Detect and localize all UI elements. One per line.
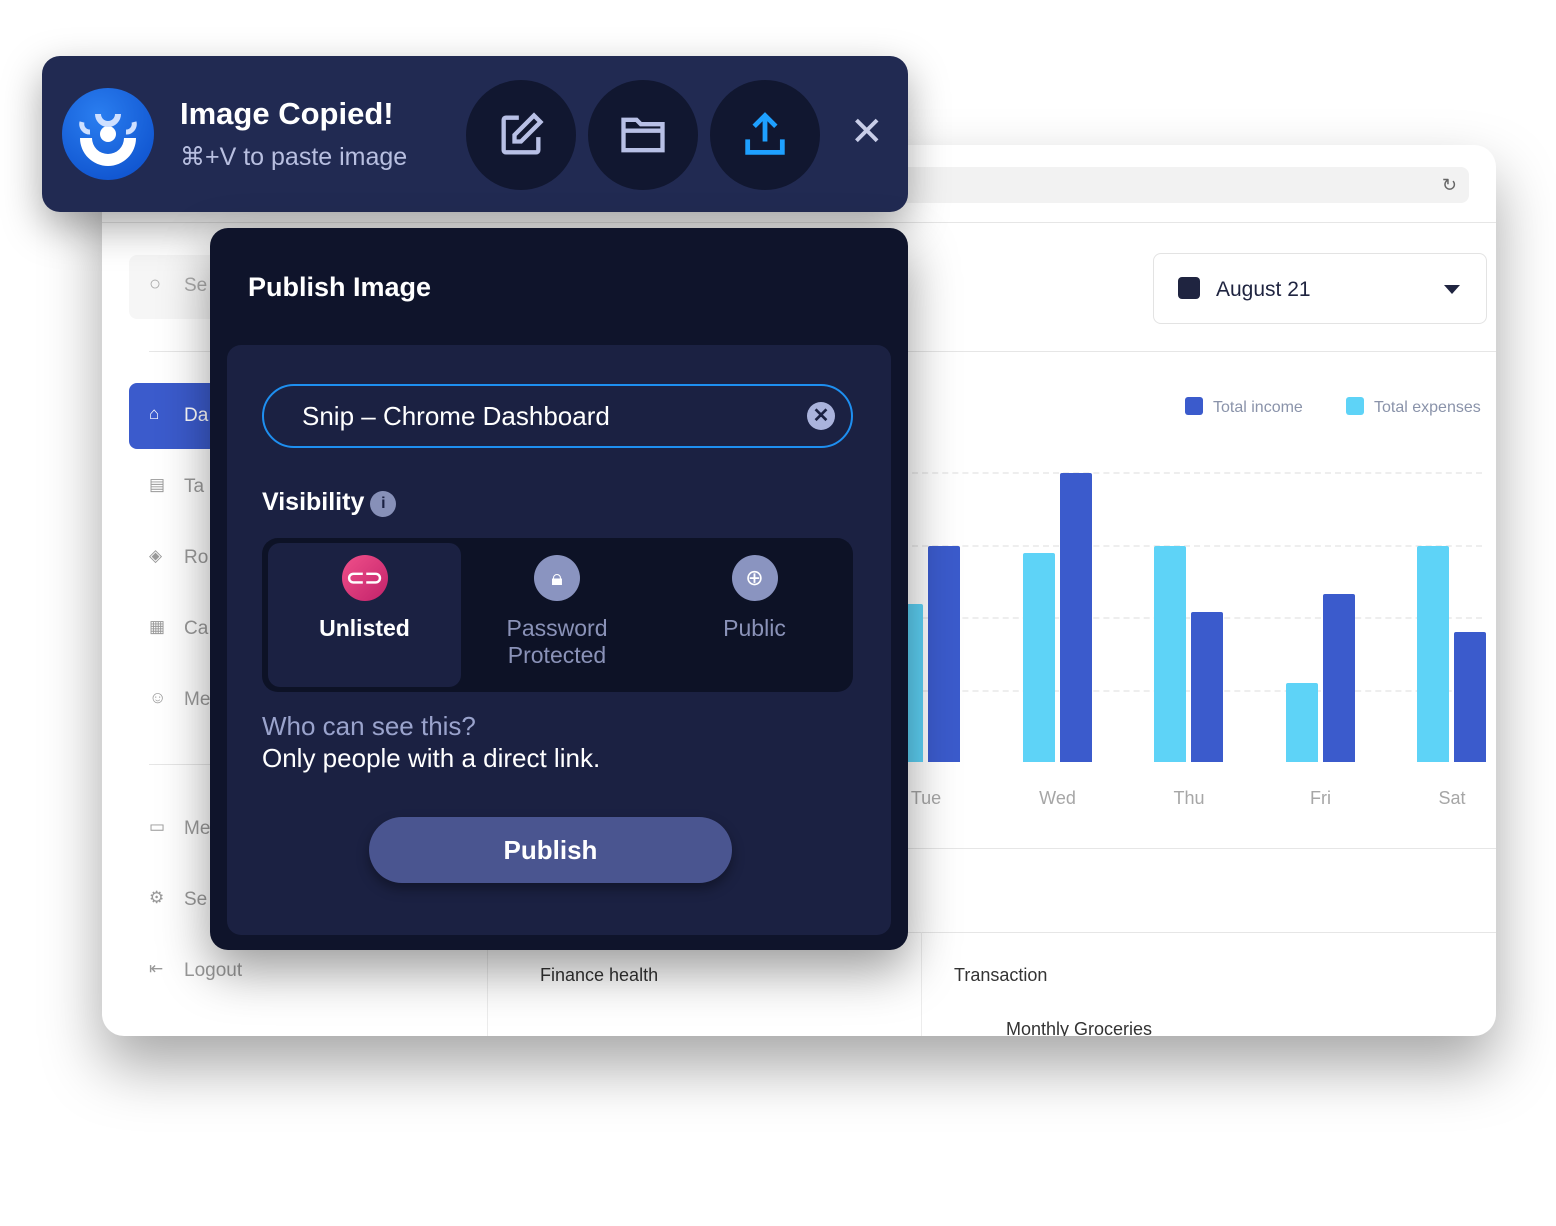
date-picker[interactable]: August 21 <box>1153 253 1487 324</box>
member-icon: ☺ <box>149 688 167 707</box>
visibility-help: Who can see this? Only people with a dire… <box>262 710 600 774</box>
clipboard-icon: ▤ <box>149 475 166 494</box>
image-name-input[interactable]: Snip – Chrome Dashboard ✕ <box>262 384 853 448</box>
globe-icon: ⊕ <box>731 555 778 601</box>
box-icon: ◈ <box>149 546 163 565</box>
x-tick-label: Wed <box>1039 788 1076 808</box>
help-question: Who can see this? <box>262 711 476 741</box>
gridline <box>902 544 1482 547</box>
folder-icon <box>621 117 665 153</box>
divider <box>902 351 1496 352</box>
info-icon[interactable]: i <box>370 491 397 517</box>
home-icon: ⌂ <box>149 404 160 423</box>
publish-dialog: Publish Image Snip – Chrome Dashboard ✕ V… <box>210 228 908 950</box>
toast-subtitle: ⌘+V to paste image <box>180 143 408 171</box>
publish-form: Snip – Chrome Dashboard ✕ Visibility i ⊂⊃ U… <box>227 345 891 935</box>
divider <box>902 848 1496 849</box>
link-icon: ⊂⊃ <box>341 555 388 601</box>
close-icon[interactable]: ✕ <box>850 112 884 152</box>
clear-icon[interactable]: ✕ <box>807 402 835 430</box>
open-folder-button[interactable] <box>588 80 698 190</box>
image-copied-toast: Image Copied! ⌘+V to paste image ✕ <box>42 56 908 212</box>
edit-button[interactable] <box>466 80 576 190</box>
bar-total-expenses-sat[interactable] <box>1417 545 1449 762</box>
calendar-icon <box>1178 277 1200 299</box>
bar-total-income-sat[interactable] <box>1454 632 1486 762</box>
x-tick-label: Sat <box>1438 788 1466 808</box>
dialog-title: Publish Image <box>248 272 432 302</box>
help-answer: Only people with a direct link. <box>262 743 601 773</box>
reload-icon[interactable]: ↻ <box>1442 175 1457 196</box>
legend-expenses: Total expenses <box>1346 397 1481 417</box>
upload-icon <box>745 112 785 155</box>
upload-button[interactable] <box>710 80 820 190</box>
x-tick-label: Fri <box>1310 788 1331 808</box>
finance-health-title: Finance health <box>540 965 659 985</box>
bar-total-income-thu[interactable] <box>1191 611 1223 762</box>
lock-icon: 🔒︎ <box>534 555 580 601</box>
x-tick-label: Thu <box>1173 788 1205 808</box>
gear-icon: ⚙ <box>149 888 165 907</box>
edit-icon <box>501 112 544 155</box>
legend-swatch <box>1346 397 1364 415</box>
publish-button[interactable]: Publish <box>369 817 732 883</box>
toast-title: Image Copied! <box>180 96 394 131</box>
visibility-label: Visibility i <box>262 488 397 517</box>
bar-total-income-fri[interactable] <box>1322 593 1355 762</box>
bar-total-expenses-thu[interactable] <box>1154 545 1186 762</box>
search-icon: ○ <box>149 273 162 295</box>
chevron-down-icon <box>1444 285 1460 302</box>
app-logo <box>62 88 154 180</box>
transaction-title: Transaction <box>954 965 1048 985</box>
bar-total-income-tue[interactable] <box>928 545 960 762</box>
option-public[interactable]: ⊕ Public <box>657 543 852 687</box>
gridline <box>902 472 1482 474</box>
legend-swatch <box>1185 397 1203 415</box>
transaction-item[interactable]: Monthly Groceries <box>1006 1019 1152 1036</box>
option-password-protected[interactable]: 🔒︎ Password Protected <box>467 543 647 687</box>
logout-icon: ⇤ <box>149 959 164 978</box>
legend-income: Total income <box>1185 397 1303 417</box>
divider <box>102 222 1496 223</box>
divider <box>921 932 922 1036</box>
calendar-icon: ▦ <box>149 617 166 636</box>
option-unlisted[interactable]: ⊂⊃ Unlisted <box>268 543 461 687</box>
bar-total-expenses-wed[interactable] <box>1022 553 1055 762</box>
bar-total-income-wed[interactable] <box>1059 472 1092 762</box>
message-icon: ▭ <box>149 817 166 836</box>
visibility-selector: ⊂⊃ Unlisted 🔒︎ Password Protected ⊕ Public <box>262 538 853 692</box>
bar-total-expenses-fri[interactable] <box>1285 682 1318 762</box>
